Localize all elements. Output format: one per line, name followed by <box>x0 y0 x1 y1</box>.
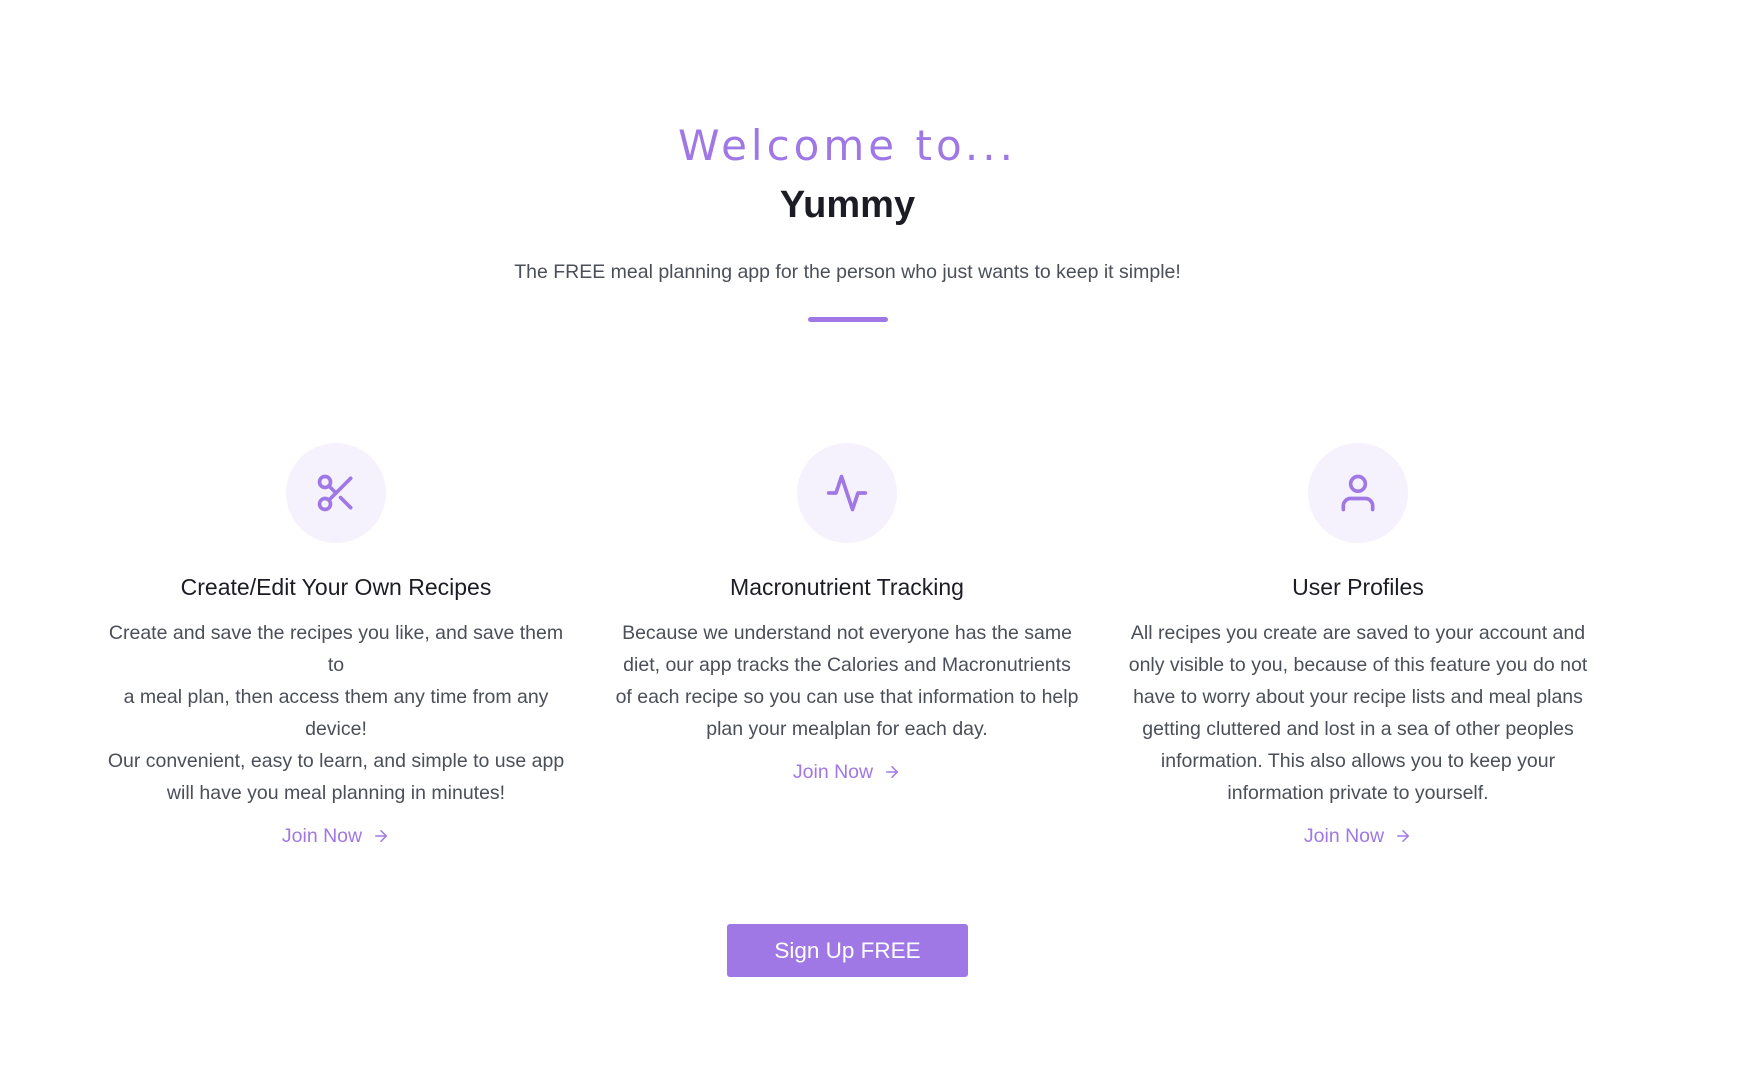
scissors-icon <box>286 443 386 543</box>
description-line: Because we understand not everyone has t… <box>622 622 1072 644</box>
feature-card-macros: Macronutrient Tracking Because we unders… <box>612 443 1082 787</box>
description-line: diet, our app tracks the Calories and Ma… <box>623 654 1071 676</box>
join-now-link[interactable]: Join Now <box>1304 821 1412 851</box>
description-line: plan your mealplan for each day. <box>706 718 988 740</box>
description-line: device! <box>305 718 367 740</box>
arrow-right-icon <box>1397 830 1410 842</box>
feature-description: Because we understand not everyone has t… <box>612 617 1082 745</box>
feature-title: Macronutrient Tracking <box>730 574 964 600</box>
sign-up-free-button[interactable]: Sign Up FREE <box>727 924 968 977</box>
activity-icon <box>797 443 897 543</box>
tagline: The FREE meal planning app for the perso… <box>514 261 1181 283</box>
description-line: Create and save the recipes you like, an… <box>108 622 564 676</box>
welcome-heading: Welcome to... <box>678 121 1017 170</box>
description-line: Our convenient, easy to learn, and simpl… <box>107 750 565 772</box>
landing-page: Welcome to... Yummy The FREE meal planni… <box>0 0 1751 1091</box>
feature-card-profiles: User Profiles All recipes you create are… <box>1123 443 1593 851</box>
join-now-label: Join Now <box>1303 825 1385 847</box>
description-line: information private to yourself. <box>1227 782 1489 804</box>
description-line: getting cluttered and lost in a sea of o… <box>1142 718 1574 740</box>
join-now-link[interactable]: Join Now <box>793 757 901 787</box>
description-line: information. This also allows you to kee… <box>1160 750 1556 772</box>
join-now-link[interactable]: Join Now <box>282 821 390 851</box>
description-line: All recipes you create are saved to your… <box>1130 622 1586 644</box>
feature-description: All recipes you create are saved to your… <box>1123 617 1593 809</box>
brand-title: Yummy <box>779 184 916 226</box>
arrow-right-icon <box>886 766 899 778</box>
arrow-right-icon <box>375 830 388 842</box>
feature-card-recipes: Create/Edit Your Own Recipes Create and … <box>101 443 571 851</box>
user-icon <box>1308 443 1408 543</box>
description-line: only visible to you, because of this fea… <box>1128 654 1588 676</box>
description-line: have to worry about your recipe lists an… <box>1133 686 1583 708</box>
feature-title: Create/Edit Your Own Recipes <box>180 574 492 600</box>
hero-divider <box>808 317 888 322</box>
description-line: a meal plan, then access them any time f… <box>123 686 549 708</box>
join-now-label: Join Now <box>792 761 874 783</box>
feature-description: Create and save the recipes you like, an… <box>101 617 571 809</box>
description-line: of each recipe so you can use that infor… <box>615 686 1079 708</box>
feature-title: User Profiles <box>1292 574 1424 600</box>
join-now-label: Join Now <box>281 825 363 847</box>
description-line: will have you meal planning in minutes! <box>166 782 506 804</box>
